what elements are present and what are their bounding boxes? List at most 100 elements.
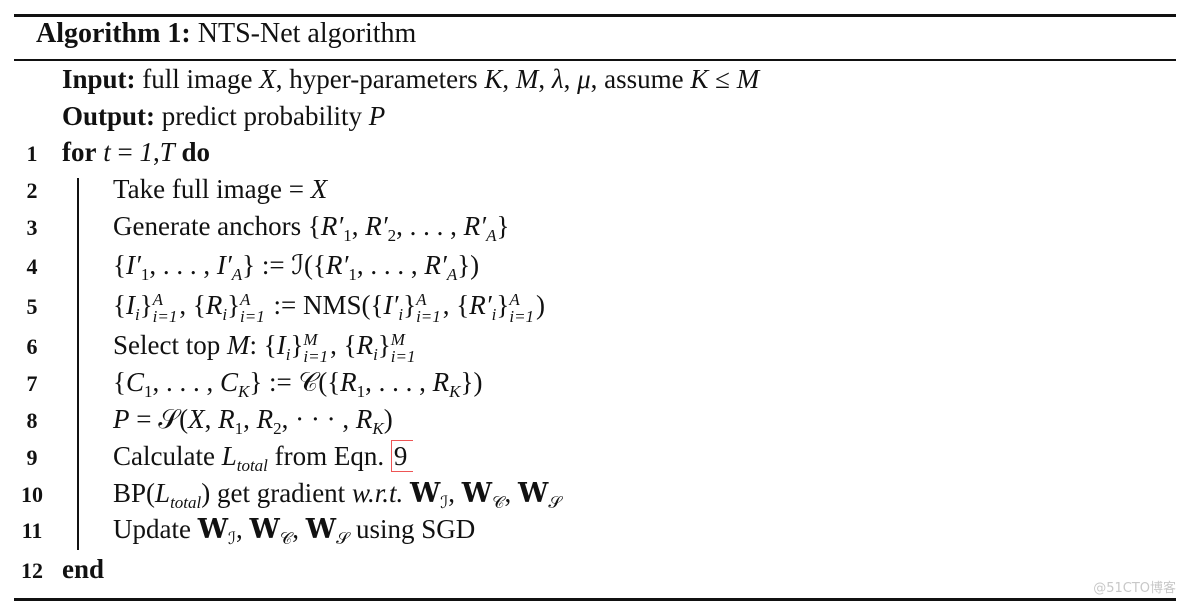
title-rule <box>14 59 1176 61</box>
text-segment: 𝒮 <box>336 529 350 548</box>
equation-link[interactable]: 9 <box>390 440 414 472</box>
text-segment: , · · · , <box>281 404 356 434</box>
text-segment: } := 𝒞({ <box>249 367 341 397</box>
text-segment: ℐ <box>228 529 237 548</box>
text-segment: Calculate <box>113 441 222 471</box>
text-segment: X <box>188 404 205 434</box>
text-segment: } <box>290 330 304 360</box>
text-segment: 1 <box>343 226 352 245</box>
line-text: Input: full image X, hyper-parameters K,… <box>62 64 759 95</box>
text-segment: μ <box>577 64 591 94</box>
text-segment: L <box>155 478 171 508</box>
text-segment: , <box>448 478 462 508</box>
text-segment: W <box>305 514 337 545</box>
text-segment: } <box>496 290 510 320</box>
script-text: i=1 <box>416 306 441 326</box>
script-text: i=1 <box>509 306 535 326</box>
line-number: 7 <box>26 371 38 396</box>
line-text: BP(Ltotal) get gradient w.r.t. Wℐ, W𝒞, W… <box>113 478 562 513</box>
line-number: 11 <box>21 518 43 543</box>
text-segment: W <box>197 514 229 545</box>
text-segment: 1 <box>139 137 153 167</box>
text-segment: R <box>340 367 357 397</box>
text-segment: Select top <box>113 330 227 360</box>
line-number: 10 <box>21 482 43 507</box>
text-segment: total <box>170 493 202 512</box>
text-segment: = 𝒮( <box>129 404 189 434</box>
text-segment: A <box>486 226 497 245</box>
line-text: Select top M: {Ii} Mi=1, {Ri} Mi=1 <box>113 330 417 365</box>
text-segment: , <box>502 64 516 94</box>
text-segment: 𝒮 <box>548 493 562 512</box>
text-segment: , . . . , <box>396 211 464 241</box>
line-number: 9 <box>26 445 38 470</box>
loop-bar <box>77 178 79 550</box>
text-segment: M <box>226 330 250 360</box>
text-segment: I′ <box>125 250 141 280</box>
text-segment: ) <box>536 290 546 320</box>
text-segment: predict probability <box>155 101 369 131</box>
text-segment: 𝒞 <box>492 493 505 512</box>
text-segment: Update <box>113 514 198 544</box>
script-text: M <box>303 329 318 349</box>
text-segment: do <box>181 137 211 167</box>
text-segment: W <box>461 478 493 509</box>
text-segment: R′ <box>469 290 492 320</box>
line-number: 5 <box>26 294 38 319</box>
text-segment: P <box>113 404 130 434</box>
text-segment: C <box>219 367 238 397</box>
line-text: Take full image = X <box>113 174 327 205</box>
text-segment: A <box>446 265 458 284</box>
text-segment: R <box>432 367 450 397</box>
script-text: A <box>240 289 251 309</box>
text-segment: C <box>125 367 144 397</box>
text-segment: , <box>538 64 552 94</box>
text-segment: Input: <box>62 64 136 94</box>
text-segment: R′ <box>326 250 349 280</box>
text-segment: X <box>259 64 276 94</box>
text-segment: } <box>227 290 241 320</box>
watermark: @51CTO博客 <box>1093 581 1176 596</box>
text-segment: K <box>372 419 384 438</box>
script-text: A <box>152 289 164 309</box>
text-segment: from Eqn. <box>267 441 391 471</box>
line-number: 3 <box>26 215 38 240</box>
text-segment: full image <box>135 64 260 94</box>
line-number: 1 <box>26 141 38 166</box>
text-segment: K <box>449 382 461 401</box>
sub-superscript: Ai=1 <box>153 291 178 325</box>
text-segment: I′ <box>383 290 399 320</box>
text-segment: M <box>515 64 539 94</box>
text-segment: , assume <box>590 64 691 94</box>
text-segment: t <box>103 137 111 167</box>
text-segment: λ <box>551 64 564 94</box>
text-segment: R′ <box>320 211 344 241</box>
text-segment: } <box>496 211 510 241</box>
text-segment: W <box>409 478 441 509</box>
text-segment: 1 <box>234 419 244 438</box>
line-text: end <box>62 554 104 585</box>
text-segment: { <box>113 290 126 320</box>
text-segment: , <box>204 404 219 434</box>
line-number: 2 <box>26 178 38 203</box>
text-segment: , . . . , <box>365 367 433 397</box>
text-segment: } := ℐ({ <box>242 250 326 280</box>
text-segment: , <box>563 64 578 94</box>
algorithm-title: Algorithm 1: NTS-Net algorithm <box>36 18 416 50</box>
sub-superscript: Ai=1 <box>240 291 265 325</box>
text-segment: , <box>243 404 257 434</box>
text-segment: R <box>256 404 274 434</box>
text-segment: := NMS({ <box>266 290 384 320</box>
text-segment: : { <box>249 330 277 360</box>
text-segment: 𝒞 <box>279 529 293 548</box>
text-segment: R′ <box>463 211 487 241</box>
algorithm-label: Algorithm 1: <box>36 18 191 49</box>
text-segment: A <box>231 265 243 284</box>
text-segment: , <box>152 137 160 167</box>
text-segment: I <box>276 330 286 360</box>
line-text: Update Wℐ, W𝒞, W𝒮 using SGD <box>113 514 475 549</box>
line-text: {Ii} Ai=1, {Ri} Ai=1 := NMS({I′i} Ai=1, {R′… <box>113 290 545 325</box>
text-segment: } <box>139 290 153 320</box>
text-segment: , . . . , <box>152 367 220 397</box>
text-segment: total <box>236 456 268 475</box>
